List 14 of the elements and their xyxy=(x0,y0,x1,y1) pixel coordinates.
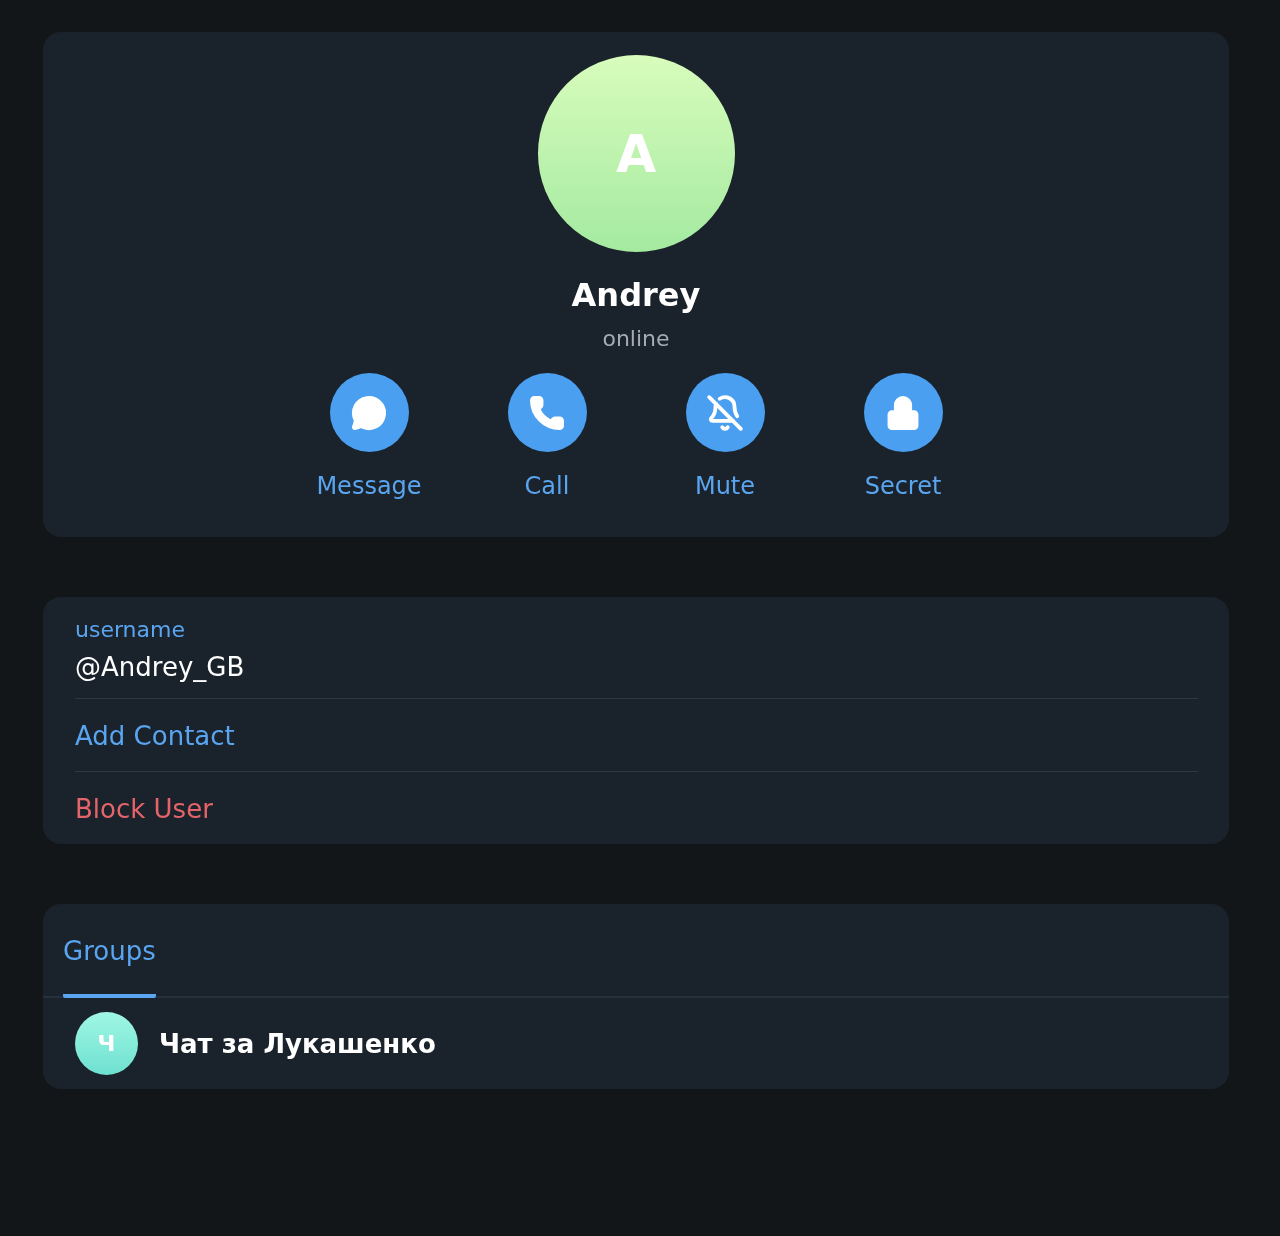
secret-button[interactable]: Secret xyxy=(814,373,992,500)
profile-status: online xyxy=(602,326,670,351)
group-name[interactable]: Чат за Лукашенко xyxy=(159,1028,436,1059)
mute-button[interactable]: Mute xyxy=(636,373,814,500)
add-contact-button[interactable]: Add Contact xyxy=(75,721,235,751)
block-button[interactable]: Block User xyxy=(75,794,213,824)
profile-name: Andrey xyxy=(571,276,701,314)
group-avatar: Ч xyxy=(75,1012,138,1075)
avatar: A xyxy=(537,55,735,252)
call-button[interactable]: Call xyxy=(458,373,636,500)
field-label: username xyxy=(75,617,186,642)
field-value: @Andrey_GB xyxy=(75,652,246,682)
message-button[interactable]: Message xyxy=(280,373,458,500)
tab[interactable]: Groups xyxy=(63,934,156,998)
